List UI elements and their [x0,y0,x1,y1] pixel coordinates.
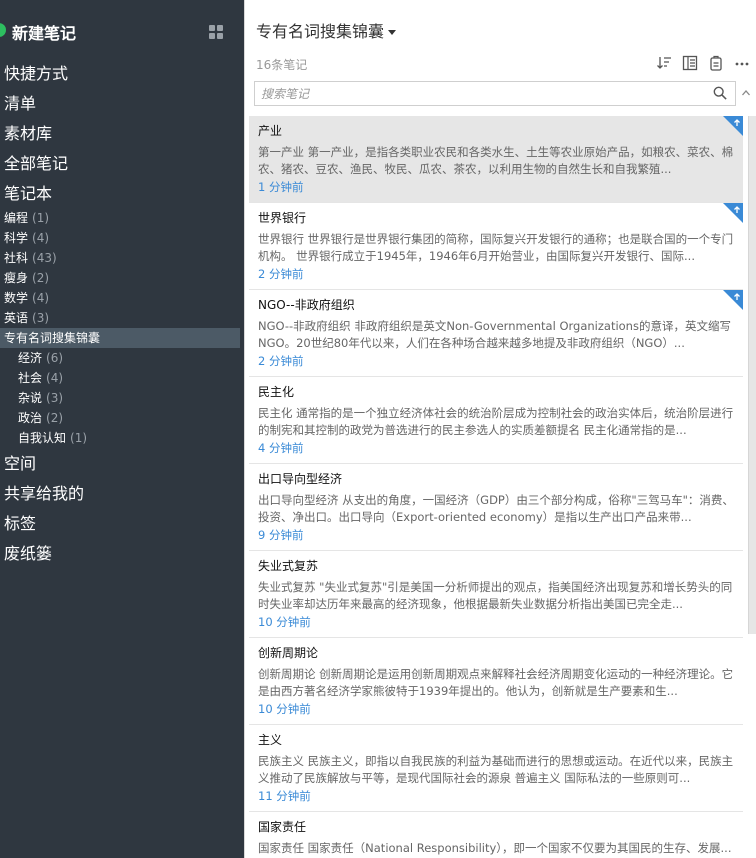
note-item[interactable]: 出口导向型经济 出口导向型经济 从支出的角度，一国经济（GDP）由三个部分构成，… [249,464,743,551]
note-item[interactable]: 民主化 民主化 通常指的是一个独立经济体社会的统治阶层成为控制社会的政治实体后，… [249,377,743,464]
note-snippet: 创新周期论 创新周期论是运用创新周期观点来解释社会经济周期变化运动的一种经济理论… [258,667,734,698]
pin-icon [723,290,743,310]
nav-checklist[interactable]: 清单 [4,92,36,116]
note-item[interactable]: 失业式复苏 失业式复苏 "失业式复苏"引是美国一分析师提出的观点，指美国经济出现… [249,551,743,638]
grid-view-icon[interactable] [209,25,223,39]
scrollbar[interactable] [748,116,756,634]
sub-notebook-item[interactable]: 政治 (2) [18,409,63,427]
sub-notebook-item[interactable]: 自我认知 (1) [18,429,87,447]
note-title: NGO--非政府组织 [258,298,355,312]
note-title: 民主化 [258,385,295,399]
note-title: 失业式复苏 [258,559,319,573]
notebook-item[interactable]: 英语 (3) [4,309,49,327]
note-snippet: 失业式复苏 "失业式复苏"引是美国一分析师提出的观点，指美国经济出现复苏和增长势… [258,580,733,611]
note-time: 10 分钟前 [258,615,311,629]
note-time: 10 分钟前 [258,702,311,716]
note-item[interactable]: 产业 第一产业 第一产业，是指各类职业农民和各类水生、土生等农业原始产品，如粮农… [249,116,743,203]
notebook-item[interactable]: 瘦身 (2) [4,269,49,287]
note-list: 产业 第一产业 第一产业，是指各类职业农民和各类水生、土生等农业原始产品，如粮农… [249,116,743,858]
nav-all-notes[interactable]: 全部笔记 [4,152,68,176]
note-snippet: 民主化 通常指的是一个独立经济体社会的统治阶层成为控制社会的政治实体后，统治阶层… [258,406,734,437]
nav-shared-with-me[interactable]: 共享给我的 [4,482,84,506]
note-item[interactable]: 主义 民族主义 民族主义，即指以自我民族的利益为基础而进行的思想或运动。在近代以… [249,725,743,812]
notebook-item[interactable]: 数学 (4) [4,289,49,307]
new-note-button[interactable]: 新建笔记 [0,16,244,46]
note-count: 16条笔记 [256,58,308,72]
note-time: 2 分钟前 [258,267,304,281]
note-title: 世界银行 [258,211,307,225]
notebook-title-dropdown[interactable]: 专有名词搜集锦囊 [256,18,397,42]
note-item[interactable]: NGO--非政府组织 NGO--非政府组织 非政府组织是英文Non-Govern… [249,290,743,377]
more-icon[interactable] [734,55,750,71]
scroll-up-icon[interactable] [741,88,751,98]
sidebar: 新建笔记 快捷方式 清单 素材库 全部笔记 笔记本 编程 (1) 科学 (4) 社科… [0,0,244,858]
note-item[interactable]: 创新周期论 创新周期论 创新周期论是运用创新周期观点来解释社会经济周期变化运动的… [249,638,743,725]
note-title: 创新周期论 [258,646,319,660]
caret-down-icon [388,30,397,35]
pin-icon [723,116,743,136]
nav-notebooks[interactable]: 笔记本 [4,182,52,206]
note-snippet: 民族主义 民族主义，即指以自我民族的利益为基础而进行的思想或运动。在近代以来，民… [258,754,734,785]
note-item[interactable]: 世界银行 世界银行 世界银行是世界银行集团的简称，国际复兴开发银行的通称；也是联… [249,203,743,290]
note-snippet: 国家责任 国家责任（National Responsibility），即一个国家… [258,841,732,855]
nav-space[interactable]: 空间 [4,452,36,476]
nav-tags[interactable]: 标签 [4,512,36,536]
search-input[interactable] [255,82,705,105]
note-snippet: NGO--非政府组织 非政府组织是英文Non-Governmental Orga… [258,319,731,350]
pin-icon [723,203,743,223]
note-title: 出口导向型经济 [258,472,343,486]
note-list-panel: 专有名词搜集锦囊 16条笔记 产业 第一产业 第一产业，是指各类职业农民和各类水… [244,0,756,858]
new-note-label: 新建笔记 [12,24,77,43]
toolbar [656,53,750,73]
nav-materials[interactable]: 素材库 [4,122,52,146]
note-title: 国家责任 [258,820,307,834]
notebook-item[interactable]: 社科 (43) [4,249,57,267]
search-box [254,81,736,106]
note-time: 4 分钟前 [258,441,304,455]
notebook-item[interactable]: 科学 (4) [4,229,49,247]
note-time: 9 分钟前 [258,528,304,542]
notebook-item-selected[interactable]: 专有名词搜集锦囊 [4,329,100,347]
note-time: 2 分钟前 [258,354,304,368]
note-title: 主义 [258,733,283,747]
view-mode-icon[interactable] [682,55,698,71]
page-title: 专有名词搜集锦囊 [256,22,385,41]
note-item[interactable]: 国家责任 国家责任 国家责任（National Responsibility），… [249,812,743,858]
note-snippet: 出口导向型经济 从支出的角度，一国经济（GDP）由三个部分构成，俗称"三驾马车"… [258,493,734,524]
sub-notebook-item[interactable]: 经济 (6) [18,349,63,367]
reminder-icon[interactable] [708,55,724,71]
sort-icon[interactable] [656,55,672,71]
sub-notebook-item[interactable]: 社会 (4) [18,369,63,387]
nav-shortcuts[interactable]: 快捷方式 [4,62,68,86]
nav-trash[interactable]: 废纸篓 [4,542,52,566]
notebook-item[interactable]: 编程 (1) [4,209,49,227]
note-snippet: 第一产业 第一产业，是指各类职业农民和各类水生、土生等农业原始产品，如粮农、菜农… [258,145,734,176]
sub-notebook-item[interactable]: 杂说 (3) [18,389,63,407]
note-time: 11 分钟前 [258,789,311,803]
note-title: 产业 [258,124,283,138]
note-snippet: 世界银行 世界银行是世界银行集团的简称，国际复兴开发银行的通称；也是联合国的一个… [258,232,734,263]
note-time: 1 分钟前 [258,180,304,194]
search-icon[interactable] [713,86,727,100]
new-note-plus-icon [0,23,6,37]
